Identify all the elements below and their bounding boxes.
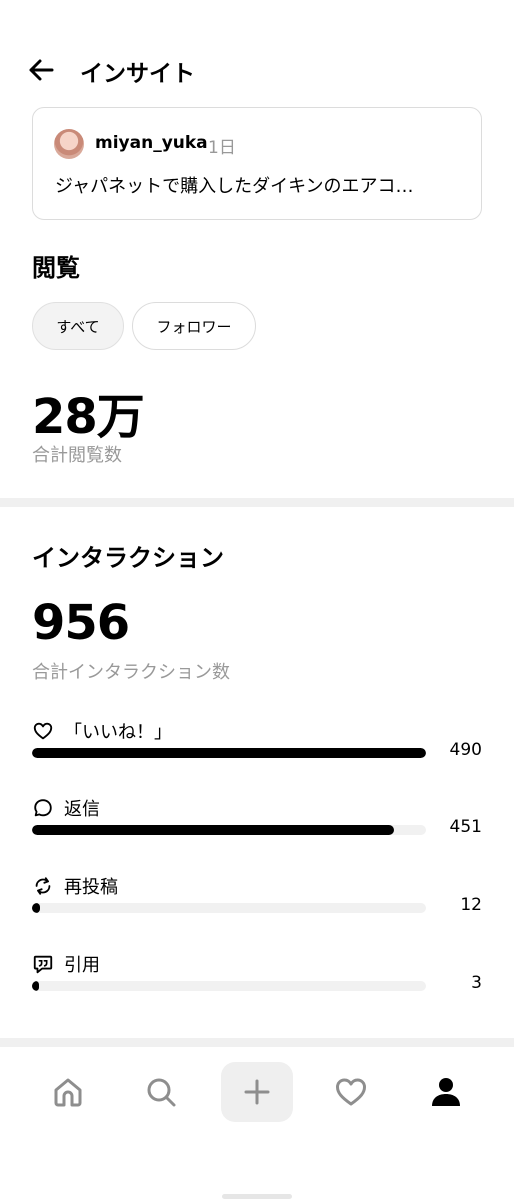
quote-icon (33, 955, 53, 974)
views-title: 閲覧 (32, 254, 80, 282)
nav-search[interactable] (125, 1062, 197, 1122)
metric-replies-bar-fill (32, 825, 395, 835)
nav-home[interactable] (32, 1062, 104, 1122)
header: インサイト (0, 40, 514, 100)
bottom-nav (0, 1062, 514, 1138)
metric-reposts-bar (32, 903, 426, 913)
metric-quotes-value: 3 (471, 973, 482, 993)
heart-icon (336, 1078, 366, 1106)
filter-all-button[interactable]: すべて (32, 302, 124, 350)
metric-likes-value: 490 (449, 740, 482, 760)
post-text: ジャパネットで購入したダイキンのエアコ… (55, 176, 414, 197)
metric-reposts: 再投稿 12 (0, 875, 514, 945)
metric-quotes-bar-fill (32, 981, 39, 991)
back-button[interactable] (26, 56, 56, 84)
page-title: インサイト (80, 61, 195, 87)
metric-replies-label: 返信 (64, 799, 100, 820)
filter-followers-button[interactable]: フォロワー (132, 302, 256, 350)
post-username[interactable]: miyan_yuka (95, 133, 208, 153)
search-icon (147, 1078, 176, 1107)
home-indicator (222, 1194, 292, 1199)
nav-activity[interactable] (315, 1062, 387, 1122)
post-time: 1日 (208, 138, 236, 158)
post-card[interactable]: miyan_yuka 1日 ジャパネットで購入したダイキンのエアコ… (32, 107, 482, 220)
interactions-title: インタラクション (32, 544, 224, 572)
metric-reposts-label: 再投稿 (64, 877, 118, 898)
nav-profile[interactable] (410, 1062, 482, 1122)
heart-icon (33, 722, 53, 740)
repost-icon (35, 877, 51, 895)
section-divider-bottom (0, 1038, 514, 1047)
metric-quotes: 引用 3 (0, 953, 514, 1023)
arrow-left-icon (29, 59, 54, 81)
metric-replies-bar (32, 825, 426, 835)
metric-quotes-label: 引用 (64, 955, 100, 976)
metric-likes: 「いいね！」 490 (0, 720, 514, 790)
metric-reposts-bar-fill (32, 903, 40, 913)
section-divider (0, 498, 514, 507)
total-views-label: 合計閲覧数 (32, 445, 122, 466)
metric-likes-bar-fill (32, 748, 426, 758)
plus-icon (244, 1079, 270, 1105)
metric-likes-label: 「いいね！」 (64, 722, 172, 743)
profile-icon (432, 1078, 460, 1106)
nav-create[interactable] (221, 1062, 293, 1122)
avatar (54, 129, 84, 159)
metric-replies: 返信 451 (0, 797, 514, 867)
metric-replies-value: 451 (449, 817, 482, 837)
speech-bubble-icon (34, 799, 52, 817)
home-icon (54, 1078, 82, 1107)
metric-quotes-bar (32, 981, 426, 991)
total-views: 28万 (32, 389, 145, 445)
metric-likes-bar (32, 748, 426, 758)
metric-reposts-value: 12 (460, 895, 482, 915)
total-interactions-label: 合計インタラクション数 (32, 662, 230, 683)
total-interactions: 956 (32, 595, 130, 651)
